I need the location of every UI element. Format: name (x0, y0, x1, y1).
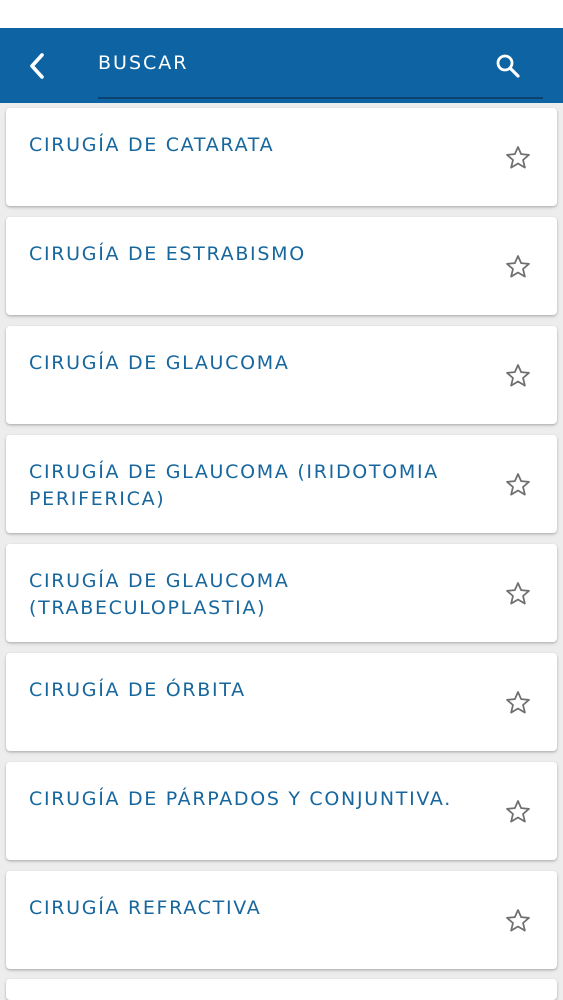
star-outline-icon (506, 255, 530, 278)
list-item[interactable]: CIRUGÍA DE GLAUCOMA (TRABECULOPLASTIA) (6, 544, 557, 642)
list-item[interactable]: CIRUGÍA DE CATARATA (6, 108, 557, 206)
list-item[interactable]: CIRUGÍA REFRACTIVA (6, 871, 557, 969)
list-item-title: CIRUGÍA DE GLAUCOMA (29, 352, 290, 374)
list-item-title: CIRUGÍA DE ESTRABISMO (29, 243, 306, 265)
star-outline-icon (506, 473, 530, 496)
list-item-title: CIRUGÍA DE ÓRBITA (29, 679, 246, 701)
star-outline-icon (506, 909, 530, 932)
list-item-title: CIRUGÍA DE GLAUCOMA (IRIDOTOMIA PERIFERI… (29, 461, 439, 510)
favorite-button[interactable] (502, 687, 534, 719)
chevron-left-icon (30, 53, 44, 79)
search-button[interactable] (490, 48, 526, 84)
favorite-button[interactable] (502, 469, 534, 501)
back-button[interactable] (20, 48, 56, 84)
favorite-button[interactable] (502, 142, 534, 174)
star-outline-icon (506, 691, 530, 714)
list-item-title: CIRUGÍA REFRACTIVA (29, 897, 262, 919)
list-item[interactable]: CIRUGÍA DE GLAUCOMA (IRIDOTOMIA PERIFERI… (6, 435, 557, 533)
favorite-button[interactable] (502, 251, 534, 283)
favorite-button[interactable] (502, 360, 534, 392)
star-outline-icon (506, 800, 530, 823)
list-item[interactable]: CIRUGÍA DE ÓRBITA (6, 653, 557, 751)
search-icon (496, 54, 520, 78)
favorite-button[interactable] (502, 796, 534, 828)
favorite-button[interactable] (502, 905, 534, 937)
list-item-title: CIRUGÍA DE GLAUCOMA (TRABECULOPLASTIA) (29, 570, 290, 619)
list-item-title: CIRUGÍA DE PÁRPADOS Y CONJUNTIVA. (29, 788, 452, 810)
star-outline-icon (506, 364, 530, 387)
search-input[interactable] (98, 48, 478, 78)
favorite-button[interactable] (502, 578, 534, 610)
list-item[interactable]: CIRUGÍA DE ESTRABISMO (6, 217, 557, 315)
star-outline-icon (506, 582, 530, 605)
list-item-partial[interactable] (6, 979, 557, 1000)
search-underline (98, 97, 543, 99)
app-bar (0, 28, 563, 103)
list-item[interactable]: CIRUGÍA DE PÁRPADOS Y CONJUNTIVA. (6, 762, 557, 860)
star-outline-icon (506, 146, 530, 169)
status-bar (0, 0, 563, 28)
list-item[interactable]: CIRUGÍA DE GLAUCOMA (6, 326, 557, 424)
list-item-title: CIRUGÍA DE CATARATA (29, 134, 275, 156)
